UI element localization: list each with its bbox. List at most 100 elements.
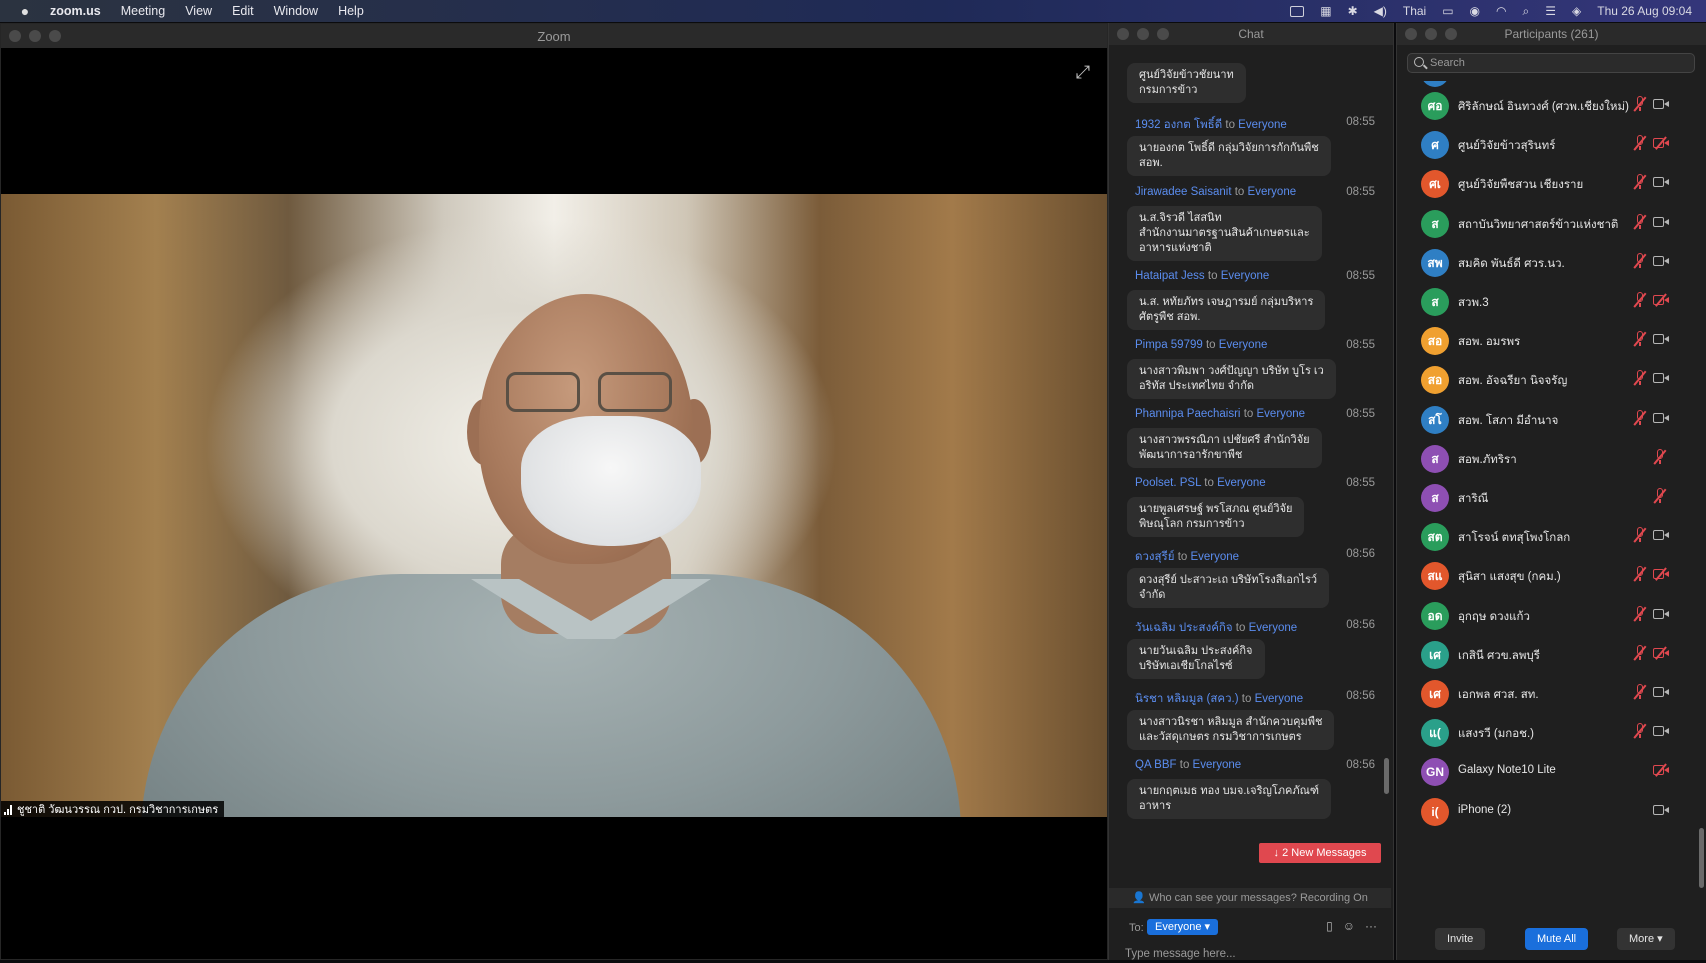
chat-sender-name[interactable]: Jirawadee Saisanit [1135,186,1232,198]
chat-sender-name[interactable]: Phannipa Paechaisri [1135,408,1241,420]
mic-muted-icon[interactable] [1633,331,1647,347]
participants-search[interactable] [1407,53,1695,73]
mic-muted-icon[interactable] [1633,135,1647,151]
participant-row[interactable]: ศเ ศูนย์วิจัยพืชสวน เชียงราย [1397,163,1697,201]
chat-message-list[interactable]: ศูนย์วิจัยข้าวชัยนาท กรมการข้าว 1932 องกต… [1109,45,1391,888]
input-source-indicator[interactable]: Thai [1403,4,1426,18]
participant-row[interactable]: ศอ ศิริลักษณ์ อินทวงศ์ (ศวพ.เชียงใหม่) [1397,85,1697,123]
participant-row[interactable]: ส สถาบันวิทยาศาสตร์ข้าวแห่งชาติ [1397,203,1697,241]
video-camera-icon[interactable] [1653,530,1669,541]
menu-help[interactable]: Help [338,4,364,18]
more-options-icon[interactable]: ··· [1365,919,1377,933]
control-center-icon[interactable]: ☰ [1545,4,1556,18]
grid-status-icon[interactable]: ▦ [1320,4,1331,18]
mic-muted-icon[interactable] [1633,213,1647,230]
participant-row[interactable]: สต สาโรจน์ ตทสุโพงโกลก [1397,516,1697,554]
new-messages-button[interactable]: ↓ 2 New Messages [1259,843,1381,863]
participants-list[interactable]: ศอ ศิริลักษณ์ อินทวงศ์ (ศวพ.เชียงใหม่) ศศู… [1397,81,1697,933]
video-camera-icon[interactable] [1653,255,1669,266]
mic-muted-icon[interactable] [1653,488,1667,504]
participants-search-input[interactable] [1430,56,1690,70]
mic-muted-icon[interactable] [1653,448,1667,465]
video-camera-icon[interactable] [1653,334,1669,345]
video-off-icon[interactable] [1653,293,1669,307]
chat-sender-name[interactable]: นิรชา หลิมมูล (สคว.) [1135,693,1239,705]
file-icon[interactable]: ▯ [1326,919,1333,933]
mic-muted-icon[interactable] [1633,527,1647,543]
participants-scrollbar[interactable] [1699,828,1704,888]
participants-titlebar[interactable]: Participants (261) [1397,23,1706,45]
mic-muted-icon[interactable] [1633,644,1647,661]
menu-edit[interactable]: Edit [232,4,254,18]
video-off-icon[interactable] [1653,567,1669,582]
wifi-icon[interactable]: ◠ [1496,4,1506,18]
participant-row[interactable]: เศ เอกพล ศวส. สท. [1397,673,1697,711]
mic-muted-icon[interactable] [1633,292,1647,308]
recipient-dropdown[interactable]: Everyone ▾ [1147,919,1219,935]
participant-row[interactable]: อด อุกฤษ ดวงแก้ว [1397,595,1697,633]
mic-muted-icon[interactable] [1633,96,1647,112]
chat-sender-name[interactable]: ดวงสุรีย์ [1135,551,1174,563]
video-camera-icon[interactable] [1653,177,1669,188]
participant-row[interactable]: แ(แสงรวี (มกอช.) [1397,712,1697,750]
more-button[interactable]: More ▾ [1617,928,1675,950]
user-icon[interactable]: ◉ [1470,4,1480,18]
mute-all-button[interactable]: Mute All [1525,928,1589,950]
participant-row[interactable]: ส สอพ.ภัทริรา [1397,438,1697,476]
who-can-see-bar[interactable]: 👤 Who can see your messages? Recording O… [1109,888,1391,908]
mic-muted-icon[interactable] [1633,566,1647,582]
video-camera-icon[interactable] [1653,373,1669,384]
video-camera-icon[interactable] [1653,804,1669,815]
chat-sender-name[interactable]: 1932 องกต โพธิ์ดี [1135,119,1222,131]
video-camera-icon[interactable] [1653,608,1669,619]
video-off-icon[interactable] [1653,136,1669,150]
zoom-window-titlebar[interactable]: Zoom [1,24,1107,48]
invite-button[interactable]: Invite [1435,928,1486,950]
participant-row[interactable]: สอ สอพ. อัจฉรียา นิจจรัญ [1397,359,1697,397]
video-off-icon[interactable] [1653,763,1669,778]
mic-muted-icon[interactable] [1633,723,1647,739]
bluetooth-icon[interactable]: ✱ [1348,4,1358,18]
participant-row[interactable]: สโ สอพ. โสภา มีอำนาจ [1397,399,1697,437]
participant-row[interactable]: สแ สุนิสา แสงสุข (กคม.) [1397,555,1697,593]
menu-meeting[interactable]: Meeting [121,4,165,18]
menu-view[interactable]: View [185,4,212,18]
video-camera-icon[interactable] [1653,99,1669,109]
mic-muted-icon[interactable] [1633,174,1647,190]
emoji-icon[interactable]: ☺ [1343,919,1355,933]
siri-icon[interactable]: ◈ [1572,4,1581,18]
participant-row[interactable]: ส สวพ.3 [1397,281,1697,319]
participant-row[interactable]: สพ สมคิด พันธ์ดี ศวร.นว. [1397,242,1697,280]
menu-clock[interactable]: Thu 26 Aug 09:04 [1597,4,1692,18]
chat-sender-name[interactable]: QA BBF [1135,759,1177,771]
participant-video[interactable] [1,194,1107,817]
participant-row[interactable]: GN Galaxy Note10 Lite [1397,751,1697,789]
chat-message-input[interactable] [1125,945,1375,963]
chat-sender-name[interactable]: วันเฉลิม ประสงค์กิจ [1135,622,1233,634]
chat-sender-name[interactable]: Pimpa 59799 [1135,339,1203,351]
mic-muted-icon[interactable] [1633,252,1647,269]
participant-row[interactable]: ศ ศูนย์วิจัยข้าวสุรินทร์ [1397,124,1697,162]
video-camera-icon[interactable] [1653,216,1669,227]
volume-icon[interactable]: ◀) [1374,4,1387,18]
menu-app-zoom[interactable]: zoom.us [50,4,101,18]
participant-row[interactable]: เศ เกสินี ศวข.ลพบุรี [1397,634,1697,672]
enter-fullscreen-icon[interactable]: ⤢ [1071,60,1095,84]
video-off-icon[interactable] [1653,646,1669,660]
participant-row[interactable]: ส สาริณี [1397,477,1697,515]
mic-muted-icon[interactable] [1633,370,1647,386]
chat-sender-name[interactable]: Poolset. PSL [1135,477,1201,489]
chat-scrollbar[interactable] [1384,758,1389,794]
menu-window[interactable]: Window [274,4,318,18]
mic-muted-icon[interactable] [1633,409,1647,426]
spotlight-search-icon[interactable]: ⌕ [1523,4,1530,19]
mic-muted-icon[interactable] [1633,605,1647,622]
screen-share-status-icon[interactable] [1290,5,1305,17]
mic-muted-icon[interactable] [1633,684,1647,700]
participant-row[interactable]: สอ สอพ. อมรพร [1397,320,1697,358]
apple-menu-icon[interactable]: ● [0,3,50,19]
battery-icon[interactable]: ▭ [1442,4,1453,18]
video-camera-icon[interactable] [1653,687,1669,697]
chat-sender-name[interactable]: Hataipat Jess [1135,270,1205,282]
participant-row[interactable]: i(iPhone (2) [1397,791,1697,829]
